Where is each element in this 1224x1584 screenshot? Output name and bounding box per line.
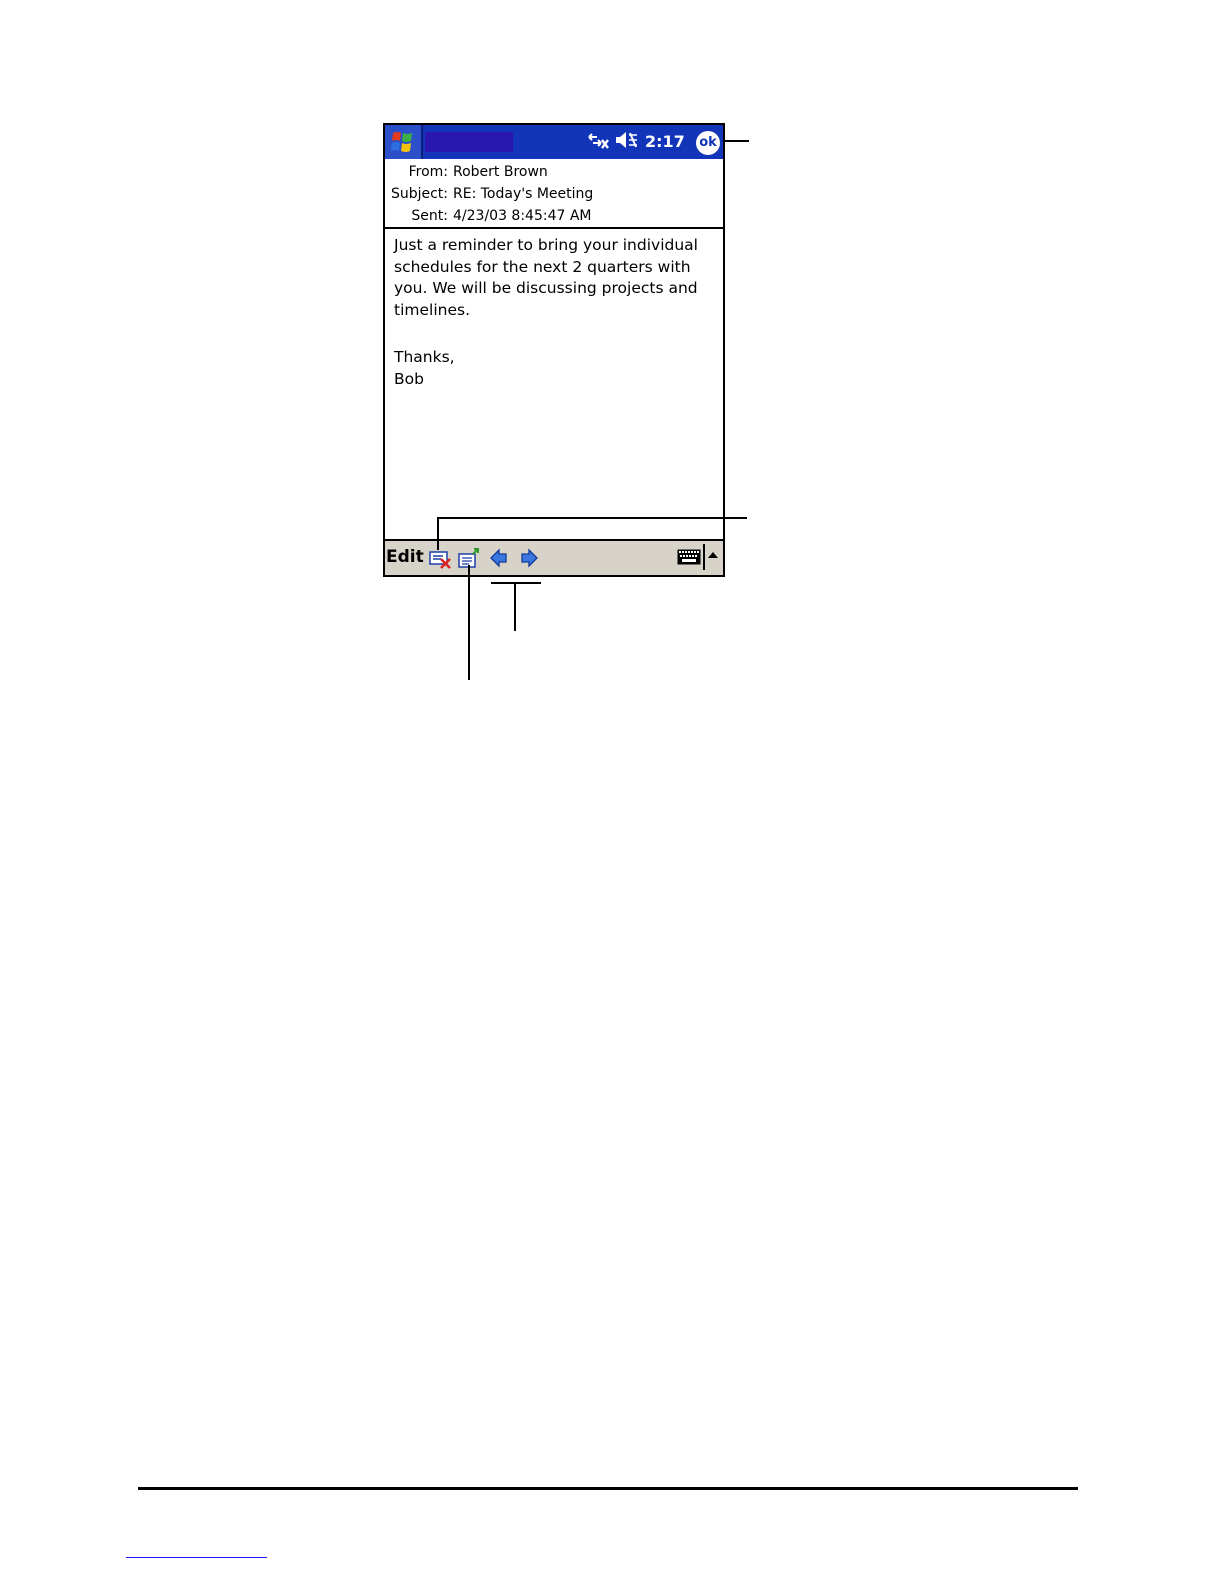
page-bottom-rule: [138, 1487, 1078, 1490]
delete-message-icon[interactable]: [429, 548, 453, 574]
signoff-line: Thanks,: [394, 348, 455, 366]
connectivity-icon[interactable]: [587, 129, 611, 155]
callout-line-ok: [725, 140, 749, 142]
body-line: schedules for the next 2 quarters with: [394, 257, 691, 276]
reply-icon[interactable]: [458, 548, 482, 574]
from-value: Robert Brown: [453, 164, 548, 180]
sip-divider: [703, 544, 705, 570]
start-logo-icon: [391, 132, 412, 152]
callout-line-reply: [468, 565, 470, 680]
pocket-pc-screen: 2:17 ok From: Robert Brown Subject: RE: To…: [383, 123, 725, 577]
previous-arrow-icon[interactable]: [489, 548, 509, 572]
sent-row: Sent: 4/23/03 8:45:47 AM: [385, 205, 592, 227]
menu-bar: Edit: [385, 539, 723, 575]
sent-label: Sent:: [411, 208, 448, 224]
callout-line-delete-horizontal: [437, 517, 747, 519]
start-button[interactable]: [385, 125, 423, 159]
status-area: [587, 130, 643, 154]
speaker-muted-icon[interactable]: [614, 129, 640, 155]
subject-value: RE: Today's Meeting: [453, 186, 594, 202]
keyboard-icon[interactable]: [677, 549, 701, 569]
message-header: From: Robert Brown Subject: RE: Today's Me…: [385, 159, 723, 229]
signature-line: Bob: [394, 369, 424, 388]
footer-link-underline[interactable]: [126, 1557, 267, 1558]
callout-line-delete-vertical: [437, 517, 439, 550]
subject-row: Subject: RE: Today's Meeting: [385, 183, 593, 205]
body-line: Just a reminder to bring your individual: [394, 236, 698, 254]
body-line: timelines.: [394, 300, 470, 319]
subject-label: Subject:: [390, 186, 448, 202]
callout-line-arrows-vertical: [514, 582, 516, 631]
message-body[interactable]: Just a reminder to bring your individual…: [394, 235, 714, 390]
from-row: From: Robert Brown: [385, 161, 548, 183]
callout-line-arrows-horizontal: [491, 582, 541, 584]
from-label: From:: [408, 164, 448, 180]
clock-display[interactable]: 2:17: [645, 130, 685, 154]
window-title: [425, 132, 513, 152]
ok-button[interactable]: ok: [696, 131, 720, 155]
next-arrow-icon[interactable]: [519, 548, 539, 572]
sip-up-arrow-icon[interactable]: [708, 552, 718, 558]
body-line: you. We will be discussing projects and: [394, 279, 698, 297]
sent-value: 4/23/03 8:45:47 AM: [453, 208, 592, 224]
edit-menu[interactable]: Edit: [386, 545, 424, 569]
title-bar: 2:17 ok: [385, 125, 723, 159]
